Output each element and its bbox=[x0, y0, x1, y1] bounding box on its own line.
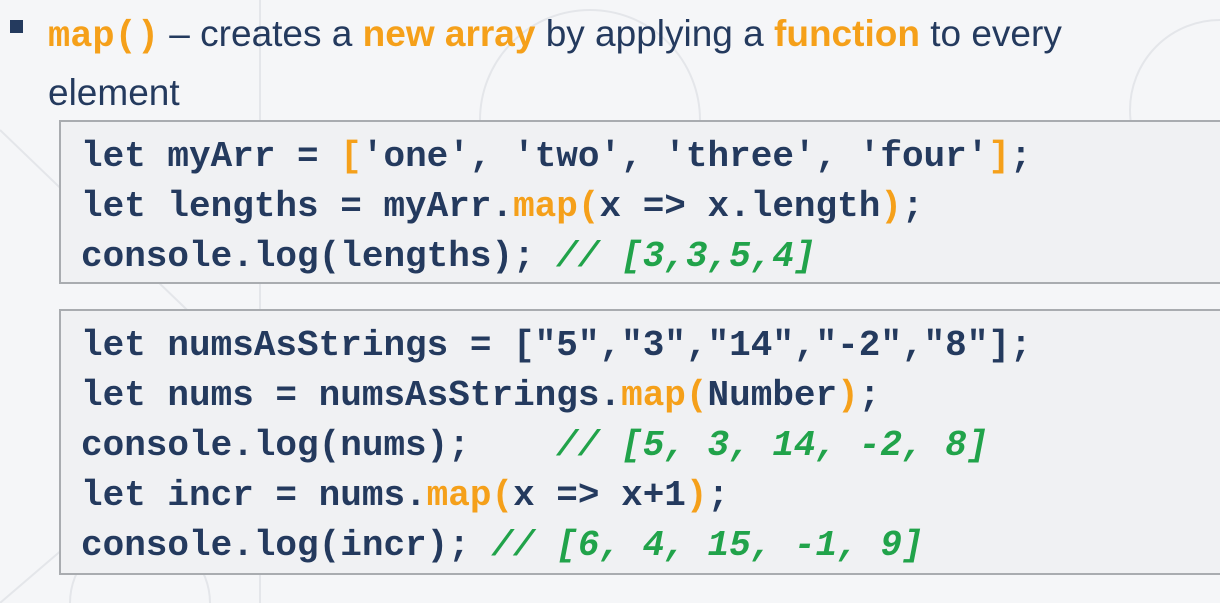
code-token: x => x.length bbox=[599, 186, 881, 227]
code-line: console.log(nums); // [5, 3, 14, -2, 8] bbox=[81, 421, 1032, 471]
method-name: map() bbox=[48, 16, 160, 58]
code-token: console.log(nums); bbox=[81, 425, 557, 466]
code-token: [ bbox=[340, 136, 362, 177]
heading-text: – creates a bbox=[159, 13, 363, 54]
code-token: console.log(lengths); bbox=[81, 236, 557, 277]
bullet-heading: map() – creates a new array by applying … bbox=[48, 6, 1062, 121]
code-lines: let numsAsStrings = ["5","3","14","-2","… bbox=[81, 321, 1032, 571]
code-token: ) bbox=[685, 475, 708, 516]
code-line: let numsAsStrings = ["5","3","14","-2","… bbox=[81, 321, 1032, 371]
code-token: map( bbox=[426, 475, 514, 516]
code-token: let numsAsStrings = ["5","3","14","-2","… bbox=[81, 325, 1032, 366]
code-line: let lengths = myArr.map(x => x.length); bbox=[81, 182, 1032, 232]
code-block-2: let numsAsStrings = ["5","3","14","-2","… bbox=[59, 309, 1220, 575]
code-token: ; bbox=[858, 375, 881, 416]
code-token: x => x+1 bbox=[513, 475, 686, 516]
code-token: let nums = numsAsStrings. bbox=[81, 375, 622, 416]
code-token: ; bbox=[1009, 136, 1032, 177]
code-lines: let myArr = ['one', 'two', 'three', 'fou… bbox=[81, 132, 1032, 282]
code-token: let incr = nums. bbox=[81, 475, 427, 516]
heading-text: by applying a bbox=[535, 13, 775, 54]
code-token: ] bbox=[988, 136, 1010, 177]
code-comment: // [6, 4, 15, -1, 9] bbox=[491, 525, 924, 566]
code-token: ; bbox=[707, 475, 730, 516]
code-token: map( bbox=[513, 186, 600, 227]
code-token: Number bbox=[707, 375, 838, 416]
code-token: map( bbox=[621, 375, 708, 416]
code-token: ) bbox=[880, 186, 902, 227]
highlight-function: function bbox=[774, 13, 920, 54]
code-token: ) bbox=[837, 375, 859, 416]
code-comment: // [5, 3, 14, -2, 8] bbox=[556, 425, 989, 466]
highlight-new-array: new array bbox=[362, 13, 536, 54]
code-line: console.log(incr); // [6, 4, 15, -1, 9] bbox=[81, 521, 1032, 571]
code-token: let myArr = bbox=[81, 136, 341, 177]
heading-text: to every bbox=[919, 13, 1062, 54]
bullet-icon bbox=[10, 20, 23, 33]
heading-text: element bbox=[48, 72, 180, 113]
code-line: let myArr = ['one', 'two', 'three', 'fou… bbox=[81, 132, 1032, 182]
code-token: let lengths = myArr. bbox=[81, 186, 514, 227]
code-comment: // [3,3,5,4] bbox=[556, 236, 816, 277]
code-line: console.log(lengths); // [3,3,5,4] bbox=[81, 232, 1032, 282]
code-block-1: let myArr = ['one', 'two', 'three', 'fou… bbox=[59, 120, 1220, 284]
code-line: let incr = nums.map(x => x+1); bbox=[81, 471, 1032, 521]
code-token: 'one', 'two', 'three', 'four' bbox=[361, 136, 989, 177]
code-token: console.log(incr); bbox=[81, 525, 492, 566]
code-token: ; bbox=[901, 186, 924, 227]
code-line: let nums = numsAsStrings.map(Number); bbox=[81, 371, 1032, 421]
